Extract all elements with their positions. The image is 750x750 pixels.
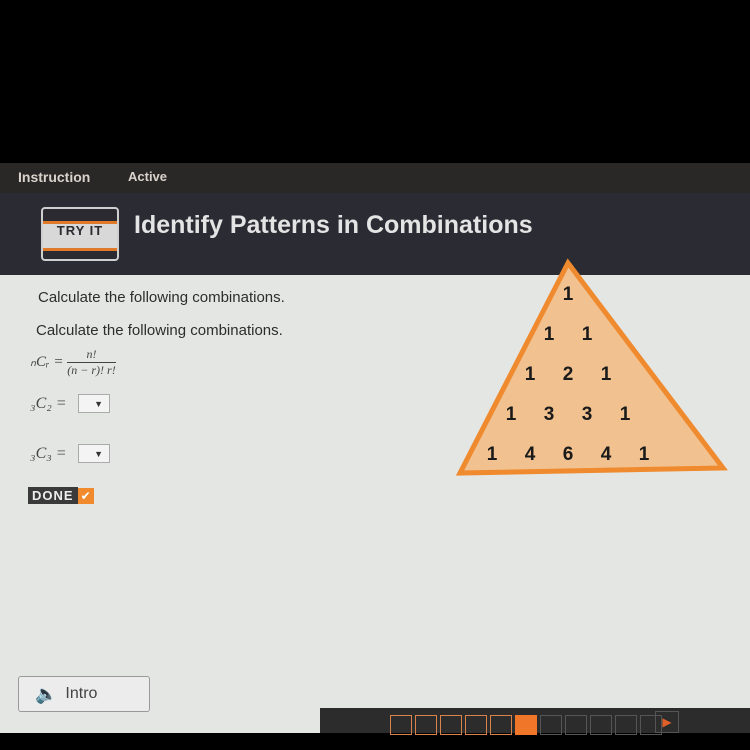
triangle-number: 3 (582, 404, 593, 425)
done-button[interactable]: DONE ✔ (28, 487, 94, 504)
chevron-down-icon: ▼ (94, 399, 103, 409)
content: Calculate the following combinations. Ca… (0, 258, 750, 733)
triangle-number: 1 (620, 404, 631, 425)
answer-dropdown-2[interactable]: ▼ (78, 444, 110, 463)
triangle-number: 1 (563, 284, 574, 305)
row-3c2: ₃C₂ = ▼ (30, 394, 110, 413)
triangle-number: 1 (506, 404, 517, 425)
progress-segment[interactable] (440, 715, 462, 735)
speaker-icon: 🔈 (35, 683, 58, 704)
progress-segment[interactable] (465, 715, 487, 735)
tab-active[interactable]: Active (128, 169, 167, 184)
pascal-triangle: 11 11 2 11 3 3 11 4 6 4 1 (455, 258, 728, 476)
triangle-number: 4 (601, 444, 612, 465)
progress-segment[interactable] (590, 715, 612, 735)
screen: Instruction Active TRY IT Identify Patte… (0, 163, 750, 735)
row-label: ₃C₃ = (30, 445, 67, 462)
triangle-number: 6 (563, 444, 574, 465)
try-it-badge: TRY IT (41, 207, 119, 261)
progress-segment[interactable] (490, 715, 512, 735)
triangle-number: 1 (639, 444, 650, 465)
triangle-number: 1 (582, 324, 593, 345)
tab-instruction[interactable]: Instruction (18, 169, 90, 185)
triangle-number: 1 (544, 324, 555, 345)
page-title: Identify Patterns in Combinations (134, 211, 533, 239)
formula-numerator: n! (67, 347, 116, 363)
top-bar: Instruction Active (0, 163, 750, 193)
combination-formula: ₙCᵣ = n! (n − r)! r! (30, 347, 116, 378)
formula-denominator: (n − r)! r! (67, 363, 116, 377)
triangle-number: 3 (544, 404, 555, 425)
check-icon: ✔ (77, 487, 94, 504)
done-label: DONE (28, 487, 78, 504)
triangle-number: 1 (601, 364, 612, 385)
row-3c3: ₃C₃ = ▼ (30, 444, 110, 463)
instruction-text-2: Calculate the following combinations. (36, 322, 283, 339)
progress-segment[interactable] (415, 715, 437, 735)
intro-audio-button[interactable]: 🔈 Intro (18, 676, 150, 712)
triangle-number: 1 (487, 444, 498, 465)
progress-segment[interactable] (390, 715, 412, 735)
progress-segment[interactable] (615, 715, 637, 735)
progress-segment[interactable] (565, 715, 587, 735)
triangle-number: 2 (563, 364, 574, 385)
formula-lhs: ₙCᵣ = (30, 353, 64, 370)
next-arrow-icon[interactable]: ▶ (655, 711, 679, 733)
answer-dropdown-1[interactable]: ▼ (78, 394, 110, 413)
instruction-text-1: Calculate the following combinations. (38, 289, 285, 306)
try-it-label: TRY IT (56, 223, 104, 238)
triangle-number: 4 (525, 444, 536, 465)
progress-segment[interactable] (515, 715, 537, 735)
row-label: ₃C₂ = (30, 395, 67, 412)
triangle-number: 1 (525, 364, 536, 385)
triangle-shape (455, 258, 728, 476)
progress-bar: ▶ (320, 708, 750, 735)
intro-label: Intro (65, 685, 98, 702)
chevron-down-icon: ▼ (94, 449, 103, 459)
progress-segment[interactable] (540, 715, 562, 735)
